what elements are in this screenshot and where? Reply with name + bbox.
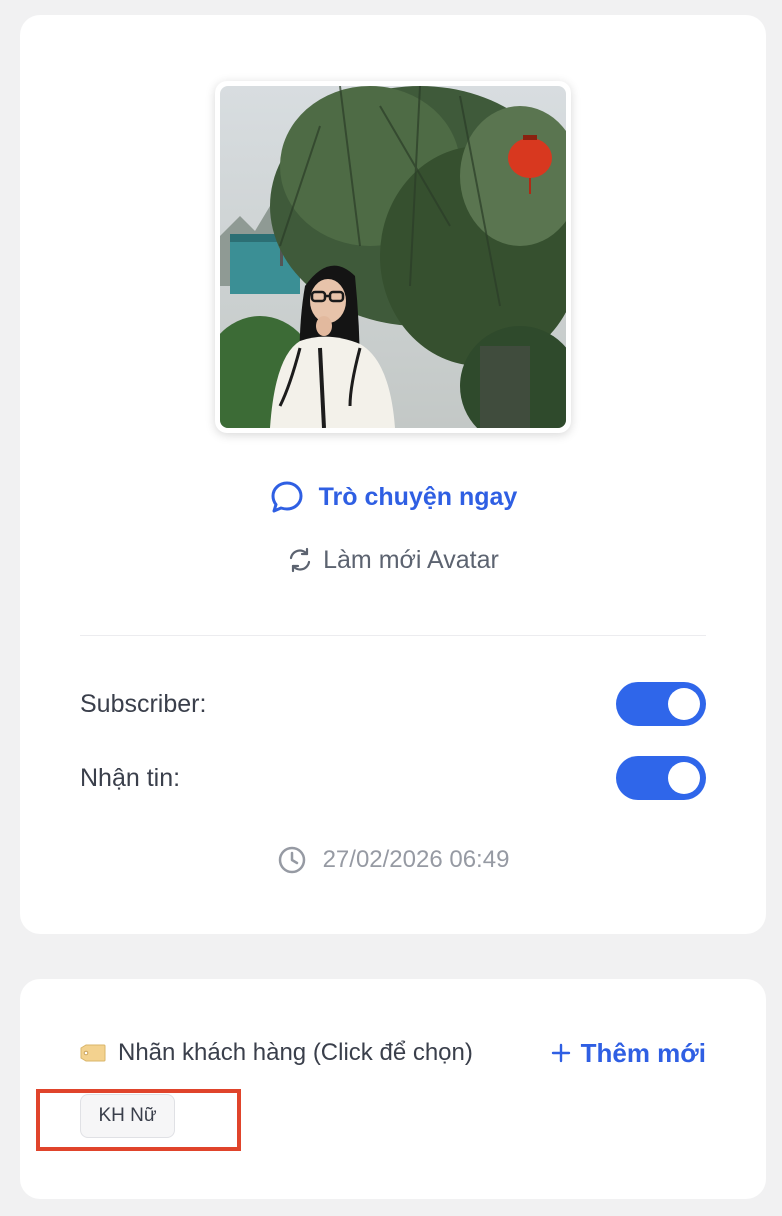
labels-title-text: Nhãn khách hàng (Click để chọn) xyxy=(118,1039,473,1066)
add-new-label-button[interactable]: Thêm mới xyxy=(551,1038,706,1069)
profile-card: Trò chuyện ngay Làm mới Avatar Subscribe… xyxy=(20,15,766,934)
customer-labels-card: Nhãn khách hàng (Click để chọn) Thêm mới… xyxy=(20,979,766,1199)
divider xyxy=(80,635,706,636)
timestamp: 27/02/2026 06:49 xyxy=(20,842,766,878)
receive-messages-label: Nhận tin: xyxy=(80,763,181,792)
add-new-label: Thêm mới xyxy=(580,1037,706,1068)
refresh-avatar-label: Làm mới Avatar xyxy=(323,545,499,574)
avatar xyxy=(215,81,571,433)
subscriber-toggle[interactable] xyxy=(616,682,706,726)
subscriber-label: Subscriber: xyxy=(80,689,207,718)
chat-now-label: Trò chuyện ngay xyxy=(318,482,518,511)
receive-messages-toggle[interactable] xyxy=(616,756,706,800)
receive-messages-row: Nhận tin: xyxy=(80,756,706,800)
toggle-knob xyxy=(668,688,700,720)
labels-header: Nhãn khách hàng (Click để chọn) Thêm mới xyxy=(80,1035,706,1071)
refresh-avatar-link[interactable]: Làm mới Avatar xyxy=(20,542,766,578)
chat-now-link[interactable]: Trò chuyện ngay xyxy=(20,477,766,517)
subscriber-row: Subscriber: xyxy=(80,682,706,726)
timestamp-value: 27/02/2026 06:49 xyxy=(322,846,510,873)
refresh-icon xyxy=(290,547,311,573)
tag-chip-kh-nu[interactable]: KH Nữ xyxy=(80,1094,175,1138)
avatar-photo xyxy=(220,86,566,428)
labels-title: Nhãn khách hàng (Click để chọn) xyxy=(80,1039,473,1067)
toggle-knob xyxy=(668,762,700,794)
clock-icon xyxy=(278,846,305,874)
tag-icon xyxy=(80,1044,106,1062)
tag-chip-label: KH Nữ xyxy=(98,1105,157,1126)
chat-bubble-icon xyxy=(271,481,303,513)
plus-icon xyxy=(551,1043,570,1063)
